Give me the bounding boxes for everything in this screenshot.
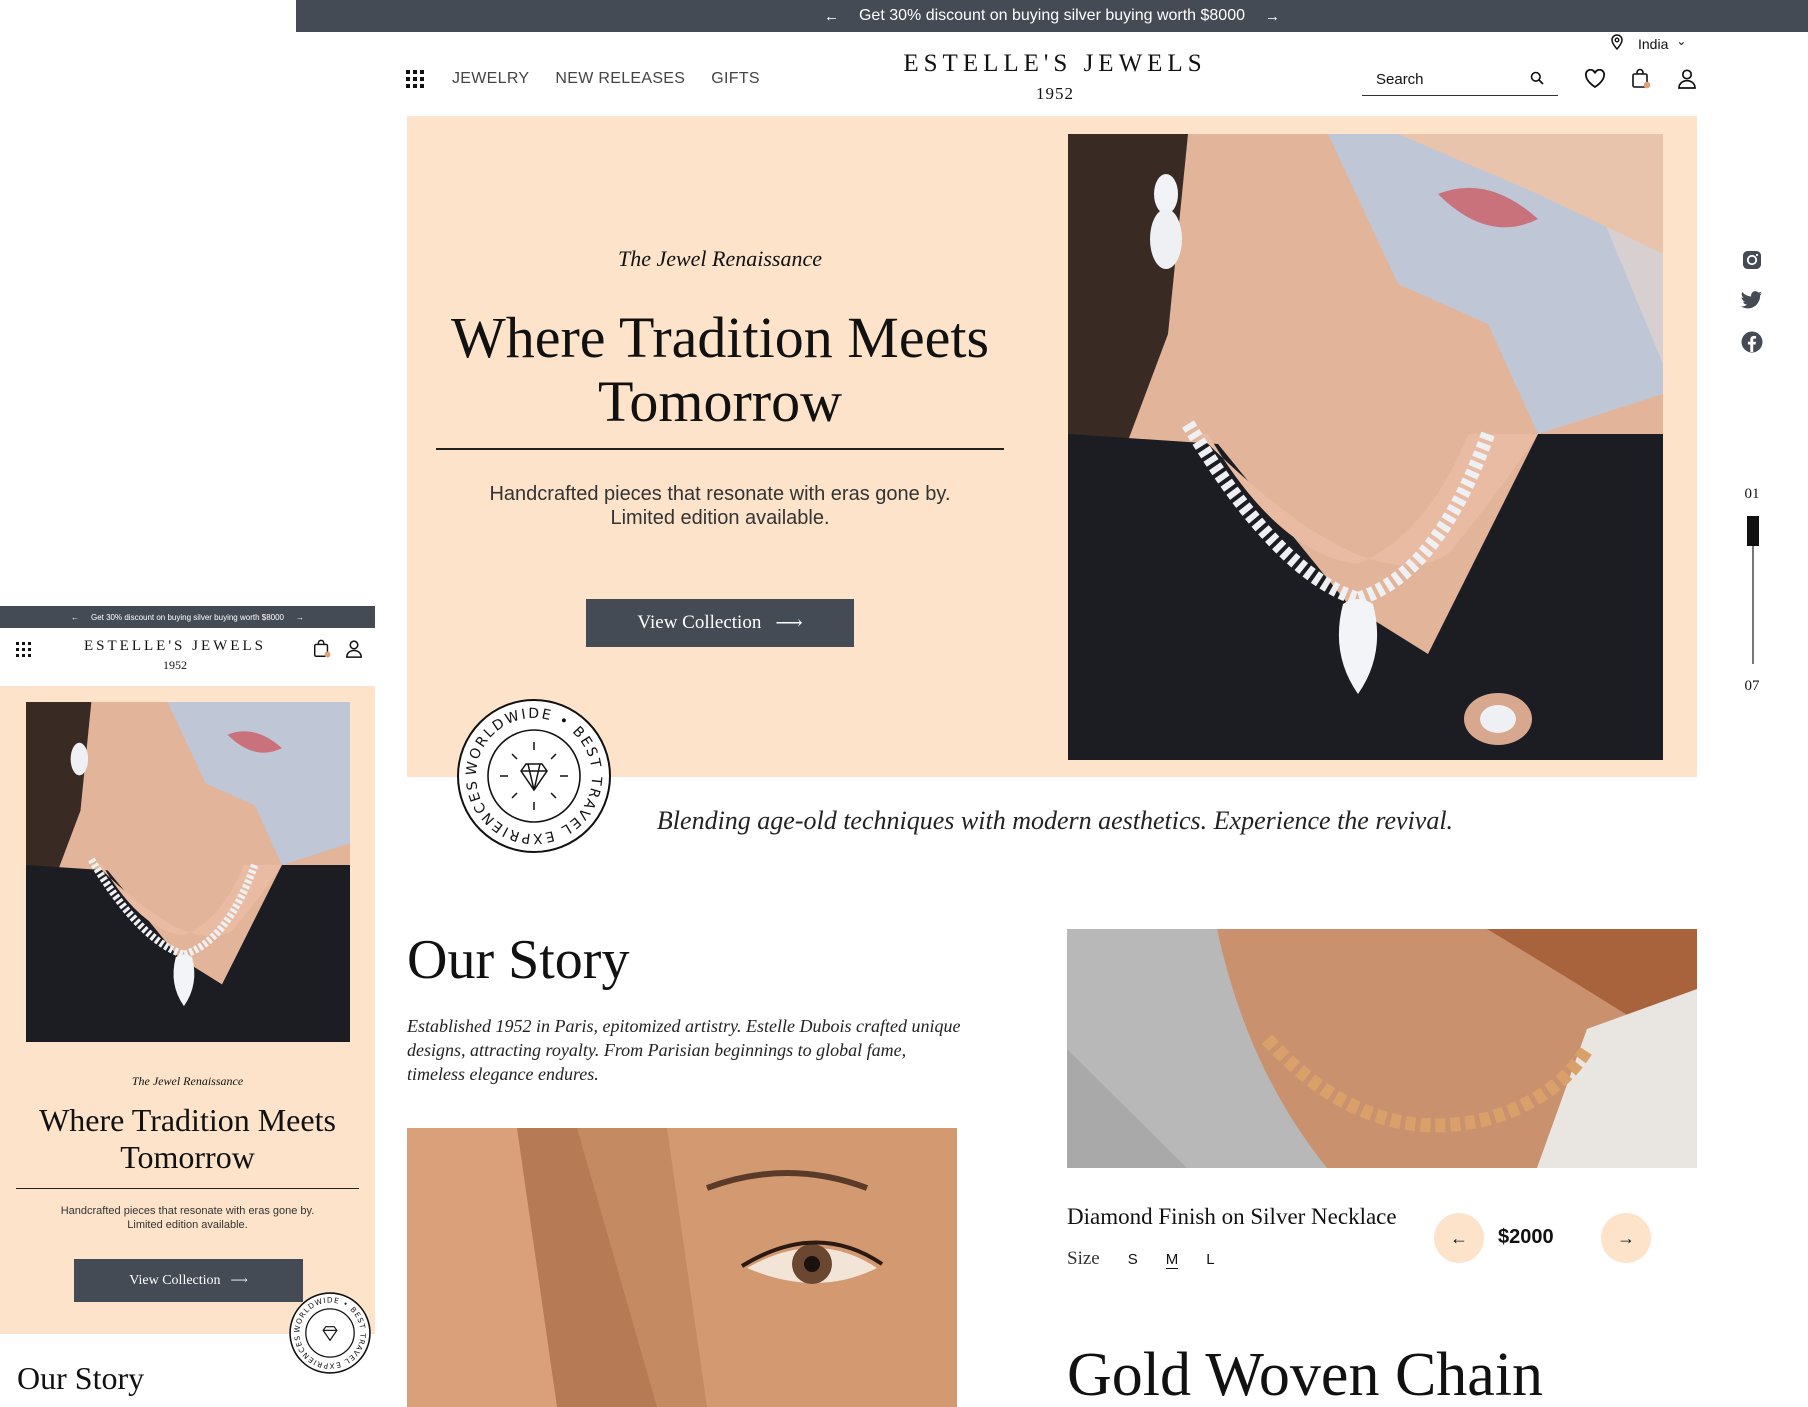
main-nav: JEWELRY NEW RELEASES GIFTS — [452, 70, 760, 88]
arrow-right-icon: → — [1617, 1227, 1635, 1248]
brand-logo[interactable]: ESTELLE'S JEWELS 1952 — [840, 50, 1270, 104]
brand-name: ESTELLE'S JEWELS — [903, 50, 1207, 77]
mobile-hero-description-line-2: Limited edition available. — [127, 1219, 248, 1231]
next-product-title: Gold Woven Chain — [1067, 1341, 1544, 1407]
country-label: India — [1638, 35, 1669, 52]
story-title: Our Story — [407, 929, 630, 991]
pager-current: 01 — [1744, 486, 1760, 502]
facebook-icon[interactable] — [1740, 330, 1764, 354]
promo-text: Get 30% discount on buying silver buying… — [858, 7, 1245, 24]
mobile-user-icon[interactable] — [342, 637, 366, 661]
mobile-promo-text: Get 30% discount on buying silver buying… — [90, 612, 284, 622]
hero-title: Where Tradition Meets Tomorrow — [450, 305, 990, 434]
size-option-s[interactable]: S — [1128, 1251, 1138, 1268]
mobile-brand-logo[interactable]: ESTELLE'S JEWELS 1952 — [80, 638, 270, 673]
instagram-icon[interactable] — [1740, 248, 1764, 272]
size-option-l[interactable]: L — [1206, 1251, 1214, 1268]
brand-year: 1952 — [1036, 84, 1074, 103]
mobile-arrow-right-icon: ⟶ — [230, 1273, 248, 1287]
mobile-hero-subtitle: The Jewel Renaissance — [131, 1074, 244, 1088]
mobile-hero-description-line-1: Handcrafted pieces that resonate with er… — [60, 1205, 315, 1217]
search-icon[interactable] — [1530, 71, 1544, 89]
mobile-hero-divider — [16, 1188, 359, 1189]
hero-description-line-1: Handcrafted pieces that resonate with er… — [489, 483, 951, 505]
promo-next-button[interactable]: → — [1265, 8, 1280, 25]
view-collection-label: View Collection — [637, 612, 762, 633]
product-price: $2000 — [1498, 1226, 1554, 1248]
twitter-icon[interactable] — [1740, 288, 1764, 312]
mobile-bag-icon[interactable] — [310, 637, 334, 661]
arrow-right-icon: ⟶ — [775, 612, 803, 634]
pager-progress[interactable] — [1747, 516, 1759, 546]
country-selector[interactable]: India ⌄ — [1610, 34, 1686, 53]
location-pin-icon — [1610, 34, 1624, 53]
size-label: Size — [1067, 1248, 1100, 1269]
nav-item-gifts[interactable]: GIFTS — [711, 70, 760, 88]
tagline: Blending age-old techniques with modern … — [656, 806, 1454, 835]
mobile-hero-model-photo — [26, 702, 350, 1042]
story-text: Established 1952 in Paris, epitomized ar… — [407, 1016, 961, 1084]
product-name: Diamond Finish on Silver Necklace — [1067, 1204, 1397, 1229]
size-selector: Size S M L — [1067, 1248, 1215, 1270]
grid-menu-icon[interactable] — [406, 70, 424, 88]
product-next-button[interactable]: → — [1601, 1213, 1651, 1263]
promo-bar: ← Get 30% discount on buying silver buyi… — [296, 0, 1808, 32]
worldwide-badge: WORLDWIDE • BEST TRAVEL EXPRIENCES • — [451, 686, 612, 854]
story-eye-photo — [407, 1128, 957, 1407]
mobile-hero-title: Where Tradition Meets Tomorrow — [39, 1102, 336, 1175]
mobile-view-collection-button[interactable]: View Collection ⟶ — [74, 1259, 303, 1302]
nav-item-new-releases[interactable]: NEW RELEASES — [555, 70, 685, 88]
mobile-story-title: Our Story — [17, 1360, 145, 1396]
nav-item-jewelry[interactable]: JEWELRY — [452, 70, 529, 88]
mobile-promo-prev-button[interactable]: ← — [71, 613, 79, 622]
mobile-brand-year: 1952 — [163, 658, 187, 672]
view-collection-button[interactable]: View Collection ⟶ — [586, 599, 854, 647]
heart-icon[interactable] — [1583, 67, 1607, 91]
mobile-hero-description: Handcrafted pieces that resonate with er… — [30, 1204, 345, 1232]
hero-model-photo — [1068, 134, 1663, 760]
user-icon[interactable] — [1675, 67, 1699, 91]
hero-description: Handcrafted pieces that resonate with er… — [440, 482, 1000, 530]
mobile-promo-next-button[interactable]: → — [296, 613, 304, 622]
promo-prev-button[interactable]: ← — [824, 8, 839, 25]
hero-divider — [436, 448, 1004, 450]
hero-subtitle: The Jewel Renaissance — [617, 246, 823, 271]
bag-icon[interactable] — [1629, 67, 1653, 91]
search-field[interactable]: Search — [1362, 64, 1558, 96]
mobile-brand-name: ESTELLE'S JEWELS — [84, 638, 266, 654]
necklace-product-photo — [1067, 929, 1697, 1168]
mobile-promo-bar: ← Get 30% discount on buying silver buyi… — [0, 606, 375, 628]
search-input[interactable]: Search — [1376, 71, 1424, 88]
mobile-grid-menu-icon[interactable] — [16, 642, 31, 657]
product-prev-button[interactable]: ← — [1434, 1213, 1484, 1263]
hero-description-line-2: Limited edition available. — [610, 507, 830, 529]
mobile-view-collection-label: View Collection — [129, 1272, 221, 1288]
arrow-left-icon: ← — [1450, 1227, 1468, 1248]
size-option-m[interactable]: M — [1165, 1251, 1179, 1269]
mobile-worldwide-badge: WORLDWIDE • BEST TRAVEL EXPRIENCES • — [286, 1285, 371, 1374]
pager-total: 07 — [1744, 678, 1760, 694]
chevron-down-icon: ⌄ — [1676, 33, 1687, 48]
